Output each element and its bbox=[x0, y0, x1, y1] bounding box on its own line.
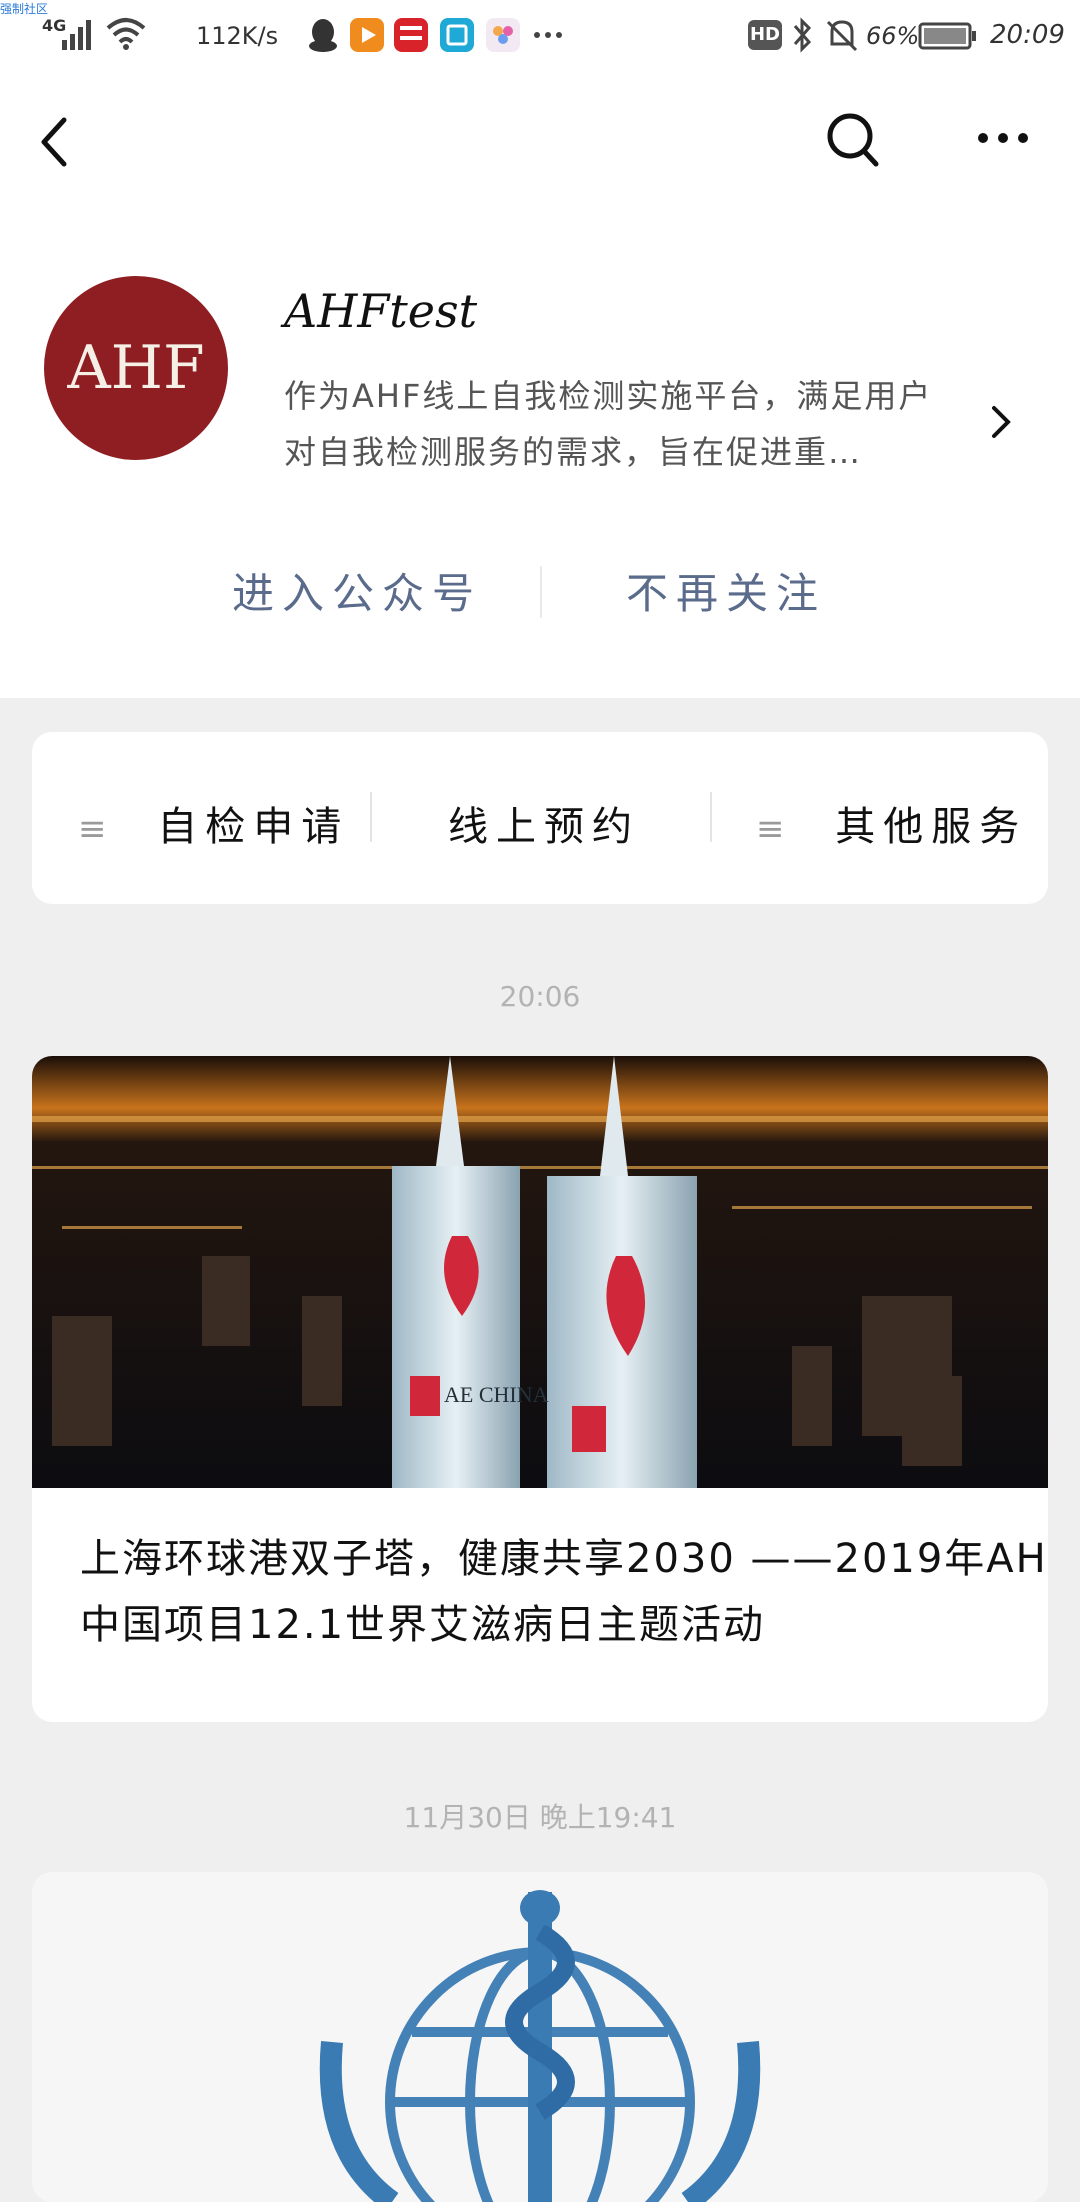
gallery-app-icon bbox=[486, 18, 520, 52]
top-nav-bar bbox=[0, 70, 1080, 200]
search-icon[interactable] bbox=[826, 110, 882, 170]
menu-item-other-services[interactable]: ≡ 其他服务 bbox=[756, 794, 1027, 852]
description-line: 作为AHF线上自我检测实施平台，满足用户 bbox=[284, 377, 933, 415]
account-name: AHFtest bbox=[284, 284, 478, 338]
avatar[interactable]: AHF bbox=[44, 276, 228, 460]
battery-icon bbox=[918, 22, 976, 50]
divider bbox=[710, 792, 712, 842]
bluetooth-icon bbox=[793, 17, 812, 53]
title-line: 中国项目12.1世界艾滋病日主题活动 bbox=[80, 1602, 766, 1648]
menu-item-online-booking[interactable]: 线上预约 bbox=[448, 794, 640, 852]
reader-app-icon bbox=[440, 18, 474, 52]
clock: 20:09 bbox=[990, 20, 1065, 50]
who-emblem-image bbox=[319, 1890, 761, 2202]
signal-icon bbox=[62, 20, 91, 50]
mute-bell-icon bbox=[826, 20, 858, 52]
wifi-icon bbox=[106, 18, 146, 50]
menu-item-label: 自检申请 bbox=[157, 804, 350, 850]
menu-list-icon: ≡ bbox=[756, 809, 793, 849]
title-line: 上海环球港双子塔，健康共享2030 ——2019年AHF bbox=[80, 1536, 1048, 1582]
more-icon[interactable] bbox=[976, 130, 1030, 146]
more-notifications-icon bbox=[534, 32, 562, 38]
video-app-icon bbox=[350, 18, 384, 52]
back-icon[interactable] bbox=[36, 112, 76, 172]
carrier-label: 强制社区 bbox=[0, 2, 49, 16]
unfollow-button[interactable]: 不再关注 bbox=[626, 560, 826, 621]
network-speed: 112K/s bbox=[196, 22, 279, 50]
article-card[interactable] bbox=[32, 1872, 1048, 2202]
menu-item-label: 线上预约 bbox=[448, 804, 640, 850]
account-description[interactable]: 作为AHF线上自我检测实施平台，满足用户 对自我检测服务的需求，旨在促进重… bbox=[284, 368, 984, 480]
divider bbox=[370, 792, 372, 842]
article-card[interactable]: AE CHINA 上海环球港双子塔，健康共享2030 ——2019年AHF 中国… bbox=[32, 1056, 1048, 1722]
chevron-right-icon[interactable] bbox=[986, 402, 1016, 442]
divider bbox=[540, 566, 542, 618]
description-line: 对自我检测服务的需求，旨在促进重… bbox=[284, 433, 863, 471]
qq-icon bbox=[309, 19, 337, 52]
message-timestamp: 11月30日 晚上19:41 bbox=[403, 1801, 677, 1834]
status-bar: 强制社区 4G 112K/s HD 66% 20:09 bbox=[0, 0, 1080, 70]
menu-list-icon: ≡ bbox=[78, 809, 115, 849]
menu-item-self-test[interactable]: ≡ 自检申请 bbox=[78, 794, 349, 852]
article-cover-image: AE CHINA bbox=[32, 1056, 1048, 1488]
tmall-icon bbox=[394, 18, 428, 52]
article-title: 上海环球港双子塔，健康共享2030 ——2019年AHF 中国项目12.1世界艾… bbox=[80, 1526, 1048, 1658]
battery-percent: 66% bbox=[866, 22, 920, 50]
menu-item-label: 其他服务 bbox=[835, 804, 1028, 850]
hd-badge: HD bbox=[748, 20, 782, 50]
enter-account-button[interactable]: 进入公众号 bbox=[232, 560, 482, 621]
image-caption: AE CHINA bbox=[444, 1382, 549, 1407]
message-timestamp: 20:06 bbox=[499, 980, 581, 1013]
